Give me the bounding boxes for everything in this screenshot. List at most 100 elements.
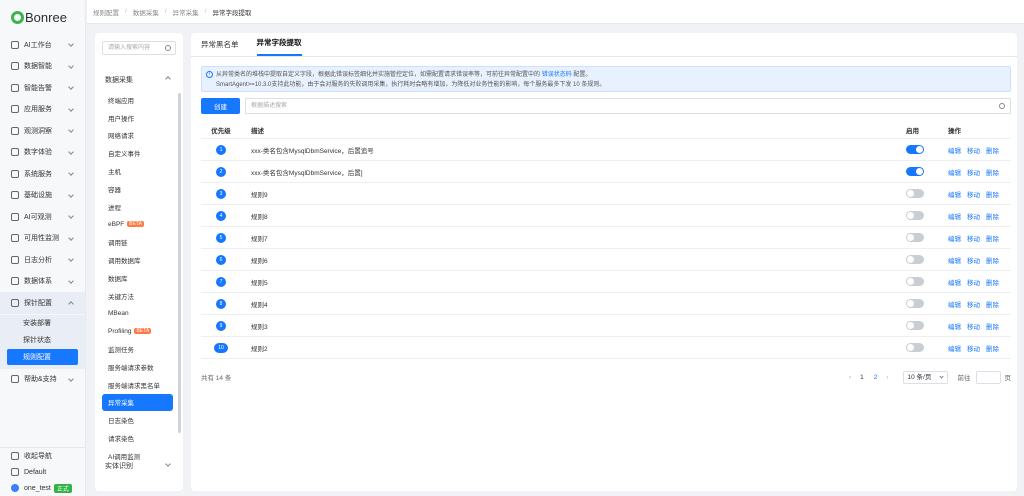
- menu-item[interactable]: Profiling BETA: [102, 322, 173, 340]
- breadcrumb-item[interactable]: 数据采集: [133, 7, 159, 17]
- menu-item[interactable]: eBPF BETA: [102, 216, 173, 234]
- enabled-toggle[interactable]: [906, 167, 924, 176]
- breadcrumb-item[interactable]: 异常采集: [173, 7, 199, 17]
- move-link[interactable]: 移动: [967, 145, 980, 155]
- enabled-toggle[interactable]: [906, 277, 924, 286]
- menu-item[interactable]: 网络请求: [102, 127, 173, 145]
- edit-link[interactable]: 编辑: [948, 145, 961, 155]
- menu-item[interactable]: 监测任务: [102, 340, 173, 358]
- menu-group-entity-recognition[interactable]: 实体识别: [102, 459, 176, 473]
- enabled-toggle[interactable]: [906, 145, 924, 154]
- brand-logo[interactable]: Bonree: [0, 0, 85, 34]
- move-link[interactable]: 移动: [967, 277, 980, 287]
- edit-link[interactable]: 编辑: [948, 343, 961, 353]
- delete-link[interactable]: 删除: [986, 299, 999, 309]
- nav-item-10[interactable]: 日志分析: [0, 249, 85, 271]
- delete-link[interactable]: 删除: [986, 321, 999, 331]
- nav-item-4[interactable]: 观测洞察: [0, 120, 85, 142]
- menu-item[interactable]: 日志染色: [102, 411, 173, 429]
- enabled-toggle[interactable]: [906, 299, 924, 308]
- search-input[interactable]: 根据描述搜索: [245, 98, 1011, 114]
- menu-item[interactable]: 数据库: [102, 269, 173, 287]
- move-link[interactable]: 移动: [967, 299, 980, 309]
- move-link[interactable]: 移动: [967, 255, 980, 265]
- move-link[interactable]: 移动: [967, 343, 980, 353]
- menu-item[interactable]: 容器: [102, 180, 173, 198]
- prev-page-icon[interactable]: ‹: [849, 374, 851, 381]
- menu-item[interactable]: 异常采集: [102, 393, 173, 412]
- nav-item-5[interactable]: 数字体验: [0, 142, 85, 164]
- enabled-toggle[interactable]: [906, 211, 924, 220]
- page-size-select[interactable]: 10 条/页: [902, 370, 948, 384]
- menu-item[interactable]: 请求染色: [102, 429, 173, 447]
- workspace-switcher[interactable]: Default: [0, 464, 86, 480]
- breadcrumb-item[interactable]: 规则配置: [93, 7, 119, 17]
- edit-link[interactable]: 编辑: [948, 255, 961, 265]
- menu-item[interactable]: 调用链: [102, 233, 173, 251]
- menu-scrollbar[interactable]: [178, 93, 181, 433]
- delete-link[interactable]: 删除: [986, 211, 999, 221]
- page-number[interactable]: 2: [874, 374, 878, 381]
- nav-item-8[interactable]: AI可观测: [0, 206, 85, 228]
- enabled-toggle[interactable]: [906, 189, 924, 198]
- enabled-toggle[interactable]: [906, 343, 924, 352]
- delete-link[interactable]: 删除: [986, 343, 999, 353]
- nav-item-1[interactable]: 数据智能: [0, 56, 85, 78]
- user-menu[interactable]: one_test 正式: [0, 480, 86, 496]
- menu-search-input[interactable]: 请输入搜索内容: [102, 41, 176, 55]
- create-button[interactable]: 创建: [201, 98, 240, 114]
- edit-link[interactable]: 编辑: [948, 189, 961, 199]
- nav-subitem-2[interactable]: 规则配置: [7, 348, 78, 365]
- search-icon[interactable]: [165, 45, 171, 51]
- delete-link[interactable]: 删除: [986, 255, 999, 265]
- menu-item[interactable]: 服务端请求黑名单: [102, 376, 173, 394]
- page-number[interactable]: 1: [860, 374, 864, 381]
- nav-item-0[interactable]: AI工作台: [0, 34, 85, 56]
- delete-link[interactable]: 删除: [986, 167, 999, 177]
- edit-link[interactable]: 编辑: [948, 233, 961, 243]
- menu-item[interactable]: 终端应用: [102, 91, 173, 109]
- tab-0[interactable]: 异常黑名单: [201, 39, 239, 56]
- nav-item-6[interactable]: 系统服务: [0, 163, 85, 185]
- enabled-toggle[interactable]: [906, 255, 924, 264]
- delete-link[interactable]: 删除: [986, 233, 999, 243]
- nav-item-7[interactable]: 基础设施: [0, 185, 85, 207]
- delete-link[interactable]: 删除: [986, 189, 999, 199]
- nav-item-9[interactable]: 可用性监测: [0, 228, 85, 250]
- menu-item[interactable]: 进程: [102, 198, 173, 216]
- menu-group-data-collection[interactable]: 数据采集: [102, 73, 176, 87]
- nav-item-3[interactable]: 应用服务: [0, 99, 85, 121]
- move-link[interactable]: 移动: [967, 167, 980, 177]
- menu-item[interactable]: MBean: [102, 305, 173, 323]
- edit-link[interactable]: 编辑: [948, 167, 961, 177]
- enabled-toggle[interactable]: [906, 233, 924, 242]
- collapse-nav-button[interactable]: 收起导航: [0, 448, 86, 464]
- nav-item-2[interactable]: 智能告警: [0, 77, 85, 99]
- error-status-code-link[interactable]: 错误状态码: [542, 72, 572, 78]
- move-link[interactable]: 移动: [967, 211, 980, 221]
- move-link[interactable]: 移动: [967, 189, 980, 199]
- edit-link[interactable]: 编辑: [948, 321, 961, 331]
- nav-item-probe-config[interactable]: 探针配置: [0, 292, 85, 314]
- menu-item[interactable]: 主机: [102, 162, 173, 180]
- edit-link[interactable]: 编辑: [948, 211, 961, 221]
- delete-link[interactable]: 删除: [986, 145, 999, 155]
- edit-link[interactable]: 编辑: [948, 277, 961, 287]
- move-link[interactable]: 移动: [967, 321, 980, 331]
- next-page-icon[interactable]: ›: [886, 374, 888, 381]
- menu-item[interactable]: 服务端请求参数: [102, 358, 173, 376]
- edit-link[interactable]: 编辑: [948, 299, 961, 309]
- nav-item-help[interactable]: 帮助&支持: [0, 369, 85, 391]
- menu-item[interactable]: 调用数据库: [102, 251, 173, 269]
- enabled-toggle[interactable]: [906, 321, 924, 330]
- menu-item[interactable]: 关键方法: [102, 287, 173, 305]
- menu-item[interactable]: 自定义事件: [102, 144, 173, 162]
- search-icon[interactable]: [999, 103, 1005, 109]
- tab-1[interactable]: 异常字段提取: [256, 37, 302, 56]
- nav-subitem-1[interactable]: 探针状态: [7, 332, 78, 348]
- move-link[interactable]: 移动: [967, 233, 980, 243]
- menu-item[interactable]: 用户操作: [102, 109, 173, 127]
- nav-item-11[interactable]: 数据体系: [0, 271, 85, 293]
- goto-page-input[interactable]: [975, 370, 1001, 384]
- delete-link[interactable]: 删除: [986, 277, 999, 287]
